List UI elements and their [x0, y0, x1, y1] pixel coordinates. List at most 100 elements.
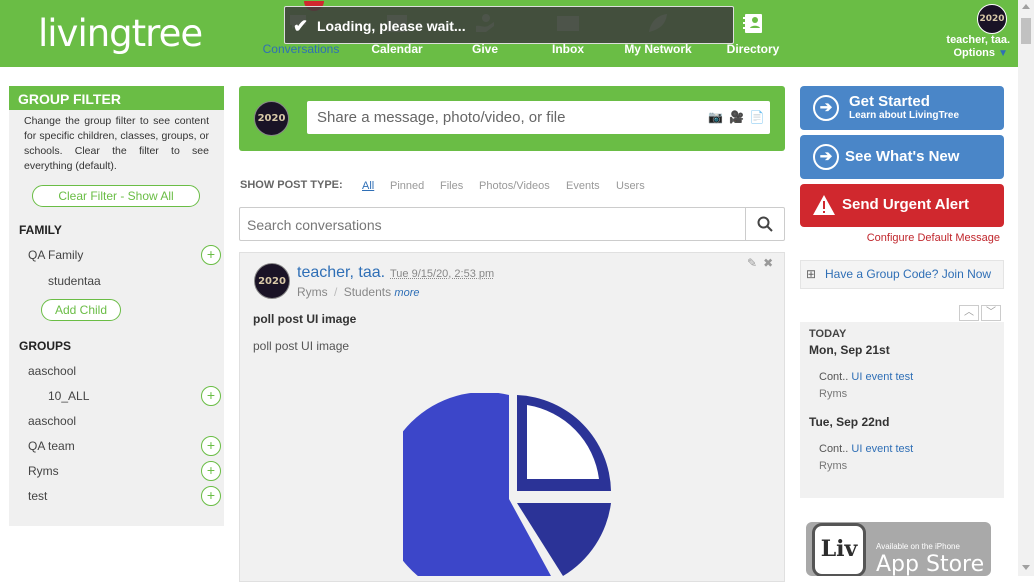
livingtree-app-logo: Liv — [812, 523, 866, 576]
post-actions: ✎✖ — [747, 256, 779, 270]
event-link[interactable]: UI event test — [851, 443, 913, 455]
post-type-pinned[interactable]: Pinned — [390, 180, 424, 192]
share-message-input[interactable]: Share a message, photo/video, or file — [307, 101, 770, 134]
get-started-button[interactable]: ➔ Get Started Learn about LivingTree — [800, 86, 1004, 130]
expand-plus-icon[interactable]: + — [201, 386, 221, 406]
expand-plus-icon[interactable]: + — [201, 245, 221, 265]
show-post-type-label: SHOW POST TYPE: — [240, 179, 343, 191]
post-group-link[interactable]: Ryms — [297, 285, 328, 299]
expand-plus-icon[interactable]: + — [201, 436, 221, 456]
scrollbar-thumb[interactable] — [1021, 18, 1031, 44]
family-section-title: FAMILY — [19, 223, 62, 237]
group-filter-title: GROUP FILTER — [9, 86, 224, 110]
add-child-button[interactable]: Add Child — [41, 299, 121, 321]
group-code-link[interactable]: ⊞ Have a Group Code? Join Now — [800, 260, 1004, 289]
groups-section-title: GROUPS — [19, 339, 72, 353]
page-scrollbar[interactable] — [1018, 0, 1034, 576]
user-options-menu[interactable]: Options ▼ — [930, 47, 1008, 59]
group-item[interactable]: QA team — [28, 439, 75, 453]
app-store-badge[interactable]: Liv Available on the iPhone App Store — [806, 522, 991, 576]
post-timestamp[interactable]: Tue 9/15/20, 2:53 pm — [390, 268, 494, 280]
event-group: Ryms — [819, 388, 848, 400]
user-avatar[interactable]: 2020 — [977, 4, 1007, 34]
calendar-date: Mon, Sep 21st — [809, 343, 890, 357]
appstore-small-text: Available on the iPhone — [876, 542, 960, 551]
group-item[interactable]: aaschool — [28, 414, 76, 428]
get-started-subtitle: Learn about LivingTree — [849, 110, 960, 121]
arrow-right-icon: ➔ — [813, 95, 839, 121]
whats-new-label: See What's New — [845, 148, 960, 165]
event-group: Ryms — [819, 460, 848, 472]
livingtree-logo[interactable]: livingtree — [38, 12, 203, 55]
whats-new-button[interactable]: ➔ See What's New — [800, 135, 1004, 179]
expand-plus-icon[interactable]: + — [201, 461, 221, 481]
nav-inbox-label: Inbox — [552, 42, 584, 56]
nav-calendar-label: Calendar — [371, 42, 423, 56]
search-conversations-input[interactable]: Search conversations — [239, 207, 746, 241]
post-type-all[interactable]: All — [362, 180, 374, 192]
camera-icon[interactable]: 📷 — [708, 110, 729, 124]
avatar-label: 2020 — [257, 113, 286, 124]
get-started-label: Get Started — [849, 93, 930, 110]
calendar-date: Tue, Sep 22nd — [809, 415, 890, 429]
nav-directory-label: Directory — [726, 42, 780, 56]
expand-plus-icon[interactable]: + — [201, 486, 221, 506]
more-groups-link[interactable]: more — [394, 287, 419, 299]
close-icon[interactable]: ✖ — [763, 256, 779, 270]
family-item-qa-family[interactable]: QA Family — [28, 248, 83, 262]
options-label: Options — [953, 47, 996, 59]
loading-toast: ✔ Loading, please wait... — [284, 6, 734, 44]
nav-my-network-label: My Network — [624, 42, 692, 56]
nav-give-label: Give — [471, 42, 498, 56]
group-separator: / — [334, 285, 338, 299]
post-groups: Ryms / Students more — [297, 285, 419, 299]
calendar-today-label: TODAY — [809, 328, 847, 340]
chevron-down-icon[interactable]: ﹀ — [981, 305, 1001, 321]
arrow-right-icon: ➔ — [813, 144, 839, 170]
post-group-link[interactable]: Students — [344, 285, 391, 299]
chevron-up-icon[interactable]: ︿ — [959, 305, 979, 321]
directory-icon — [743, 14, 762, 33]
avatar-label: 2020 — [258, 276, 286, 287]
group-filter-description: Change the group filter to see content f… — [24, 115, 209, 172]
user-name[interactable]: teacher, taa. — [930, 34, 1010, 46]
post-type-files[interactable]: Files — [440, 180, 463, 192]
file-icon[interactable]: 📄 — [750, 110, 771, 124]
video-icon[interactable]: 🎥 — [729, 110, 750, 124]
group-item[interactable]: aaschool — [28, 364, 76, 378]
pencil-edit-icon[interactable]: ✎ — [747, 256, 763, 270]
avatar-label: 2020 — [979, 14, 1005, 24]
search-button[interactable] — [745, 207, 785, 241]
appstore-big-text: App Store — [876, 552, 985, 576]
nav-conversations-label: Conversations — [262, 42, 340, 56]
event-link[interactable]: UI event test — [851, 371, 913, 383]
attachment-icons: 📷🎥📄 — [708, 110, 771, 124]
post-title: poll post UI image — [253, 312, 357, 326]
calendar-event[interactable]: Cont.. UI event test — [819, 371, 913, 383]
composer-avatar: 2020 — [254, 101, 289, 136]
post-body: poll post UI image — [253, 339, 350, 353]
urgent-alert-label: Send Urgent Alert — [842, 196, 969, 213]
clear-filter-button[interactable]: Clear Filter - Show All — [32, 185, 200, 207]
family-item-student[interactable]: studentaa — [48, 274, 101, 288]
loading-text: Loading, please wait... — [317, 18, 466, 34]
group-item[interactable]: Ryms — [28, 464, 59, 478]
post-type-users[interactable]: Users — [616, 180, 645, 192]
post-author-avatar[interactable]: 2020 — [254, 263, 290, 299]
send-urgent-alert-button[interactable]: Send Urgent Alert — [800, 184, 1004, 227]
post-type-events[interactable]: Events — [566, 180, 600, 192]
group-item[interactable]: 10_ALL — [48, 389, 89, 403]
check-icon: ✔ — [293, 16, 309, 36]
search-icon — [757, 216, 773, 232]
post-type-photos-videos[interactable]: Photos/Videos — [479, 180, 550, 192]
post-author-name[interactable]: teacher, taa. — [297, 264, 385, 282]
scroll-down-arrow-icon[interactable] — [1022, 565, 1030, 570]
calendar-event[interactable]: Cont.. UI event test — [819, 443, 913, 455]
event-prefix: Cont.. — [819, 371, 849, 383]
scroll-up-arrow-icon[interactable] — [1022, 4, 1030, 9]
configure-default-message-link[interactable]: Configure Default Message — [800, 232, 1000, 244]
group-item[interactable]: test — [28, 489, 47, 503]
warning-icon — [813, 195, 835, 215]
event-prefix: Cont.. — [819, 443, 849, 455]
poll-pie-image — [403, 393, 611, 576]
